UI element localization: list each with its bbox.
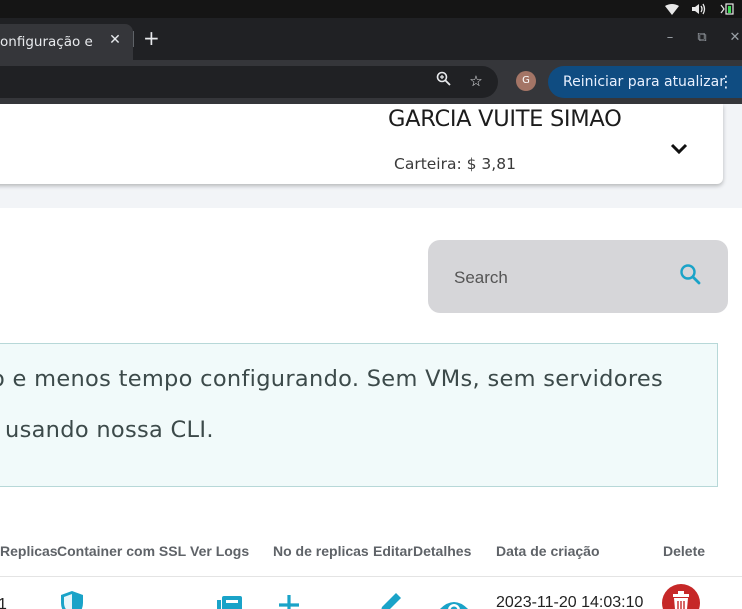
tab-title: onfiguração e — [0, 34, 93, 50]
column-header-delete[interactable]: Delete — [663, 543, 705, 559]
pencil-icon[interactable] — [376, 590, 406, 609]
address-bar[interactable]: ☆ — [0, 66, 498, 98]
page: GARCIA VUITE SIMAO Carteira: $ 3,81 o e … — [0, 104, 742, 609]
search-icon[interactable] — [678, 262, 702, 286]
volume-icon[interactable] — [688, 0, 710, 18]
app-header: GARCIA VUITE SIMAO Carteira: $ 3,81 — [0, 104, 723, 184]
restart-to-update-button[interactable]: Reiniciar para atualizar ⋮ — [548, 66, 742, 98]
logs-icon[interactable] — [216, 594, 246, 609]
close-window-icon[interactable]: ✕ — [727, 30, 742, 45]
profile-avatar[interactable]: G — [516, 71, 536, 91]
new-tab-icon[interactable]: + — [143, 27, 160, 49]
eye-icon[interactable] — [438, 598, 468, 609]
plus-icon[interactable] — [276, 592, 306, 609]
close-tab-icon[interactable]: ✕ — [107, 32, 123, 48]
trash-icon[interactable] — [662, 584, 700, 609]
browser-tab-strip: onfiguração e ✕ + – ⧉ ✕ — [0, 18, 742, 60]
column-header-ssl[interactable]: Container com SSL — [57, 543, 186, 559]
more-menu-icon[interactable]: ⋮ — [718, 73, 734, 91]
browser-toolbar: ☆ G Reiniciar para atualizar ⋮ — [0, 60, 742, 104]
shield-icon[interactable] — [59, 590, 89, 609]
banner-text-line-1: o e menos tempo configurando. Sem VMs, s… — [0, 366, 664, 392]
wallet-balance: Carteira: $ 3,81 — [394, 155, 516, 173]
table-row: 1 2023-11-20 14:03:10 — [0, 576, 742, 609]
update-button-label: Reiniciar para atualizar — [563, 74, 725, 90]
zoom-icon[interactable] — [434, 71, 454, 91]
system-status-bar — [0, 0, 742, 18]
bookmark-star-icon[interactable]: ☆ — [466, 71, 486, 91]
replica-count-cell: 1 — [0, 596, 7, 609]
chevron-down-icon[interactable] — [668, 137, 690, 159]
restore-window-icon[interactable]: ⧉ — [694, 30, 710, 45]
banner-text-line-2: l usando nossa CLI. — [0, 417, 214, 443]
search-input[interactable] — [452, 240, 666, 315]
battery-icon[interactable] — [716, 0, 740, 18]
column-header-replica-count[interactable]: No de replicas — [273, 543, 369, 559]
created-date-cell: 2023-11-20 14:03:10 — [496, 594, 644, 609]
info-banner: o e menos tempo configurando. Sem VMs, s… — [0, 343, 718, 487]
tab-divider — [133, 31, 134, 47]
column-header-edit[interactable]: Editar — [373, 543, 413, 559]
column-header-replicas[interactable]: Replicas — [0, 543, 58, 559]
search-box — [428, 240, 728, 315]
column-header-details[interactable]: Detalhes — [413, 543, 471, 559]
user-name: GARCIA VUITE SIMAO — [388, 106, 622, 132]
minimize-window-icon[interactable]: – — [662, 30, 678, 45]
browser-tab[interactable]: onfiguração e ✕ — [0, 24, 133, 60]
wifi-icon[interactable] — [662, 0, 682, 18]
column-header-logs[interactable]: Ver Logs — [190, 543, 249, 559]
column-header-created[interactable]: Data de criação — [496, 543, 600, 559]
table-header: Replicas Container com SSL Ver Logs No d… — [0, 529, 742, 577]
